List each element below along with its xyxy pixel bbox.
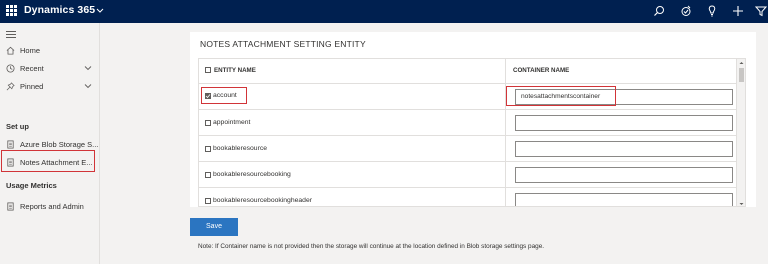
settings-card: NOTES ATTACHMENT SETTING ENTITY ENTITY N… xyxy=(190,32,756,207)
clock-icon xyxy=(6,64,15,73)
filter-icon[interactable] xyxy=(754,4,768,18)
highlight-box xyxy=(1,150,95,172)
plus-icon[interactable] xyxy=(731,4,745,18)
task-icon[interactable] xyxy=(679,4,693,18)
hamburger-menu-icon[interactable] xyxy=(6,31,16,40)
column-header-label: ENTITY NAME xyxy=(214,67,256,74)
section-header-usage-metrics: Usage Metrics xyxy=(6,181,57,190)
scroll-thumb[interactable] xyxy=(739,68,744,82)
home-icon xyxy=(6,46,15,55)
sidebar-item-reports-and-admin[interactable]: Reports and Admin xyxy=(0,198,100,216)
sidebar: Home Recent Pinned Set up Azure Blob Sto… xyxy=(0,23,100,264)
document-icon xyxy=(7,140,14,149)
column-header-container: CONTAINER NAME xyxy=(513,59,733,79)
container-name-input[interactable] xyxy=(515,141,733,157)
entity-name: appointment xyxy=(213,119,251,126)
page-title: NOTES ATTACHMENT SETTING ENTITY xyxy=(200,39,366,49)
entity-grid: ENTITY NAME CONTAINER NAME account notes… xyxy=(198,58,746,207)
document-icon xyxy=(7,202,14,211)
table-row: appointment xyxy=(199,109,737,135)
row-checkbox[interactable] xyxy=(205,172,211,178)
row-checkbox[interactable] xyxy=(205,198,211,204)
highlight-box xyxy=(201,87,247,104)
scroll-up-icon[interactable] xyxy=(737,59,746,67)
sidebar-item-label: Pinned xyxy=(20,82,44,91)
table-row: bookableresourcebooking xyxy=(199,161,737,187)
scroll-down-icon[interactable] xyxy=(737,200,746,207)
chevron-down-icon[interactable] xyxy=(83,63,93,73)
column-header-label: CONTAINER NAME xyxy=(513,67,570,74)
pin-icon xyxy=(6,82,15,91)
lightbulb-icon[interactable] xyxy=(705,4,719,18)
entity-name: bookableresource xyxy=(213,145,268,152)
vertical-scrollbar[interactable] xyxy=(736,59,746,207)
sidebar-item-recent[interactable]: Recent xyxy=(0,60,100,78)
container-name-input[interactable] xyxy=(515,115,733,131)
row-checkbox[interactable] xyxy=(205,146,211,152)
chevron-down-icon[interactable] xyxy=(83,81,93,91)
sidebar-item-label: Azure Blob Storage S... xyxy=(20,140,99,149)
section-header-setup: Set up xyxy=(6,122,29,131)
column-header-entity: ENTITY NAME xyxy=(205,59,505,79)
chevron-down-icon[interactable] xyxy=(95,4,105,18)
search-icon[interactable] xyxy=(652,4,666,18)
table-row: bookableresourcebookingheader xyxy=(199,187,737,206)
sidebar-item-label: Reports and Admin xyxy=(20,202,84,211)
top-navigation-bar: Dynamics 365 xyxy=(0,0,768,23)
sidebar-item-label: Recent xyxy=(20,64,44,73)
sidebar-item-home[interactable]: Home xyxy=(0,42,100,60)
table-row: bookableresource xyxy=(199,135,737,161)
row-checkbox[interactable] xyxy=(205,120,211,126)
container-name-input[interactable] xyxy=(515,193,733,206)
highlight-box xyxy=(506,86,616,106)
select-all-checkbox[interactable] xyxy=(205,67,211,73)
save-button[interactable]: Save xyxy=(190,218,238,236)
table-row: account notesattachmentscontainer xyxy=(199,83,737,109)
waffle-icon[interactable] xyxy=(6,5,17,16)
app-title[interactable]: Dynamics 365 xyxy=(24,4,95,16)
sidebar-item-pinned[interactable]: Pinned xyxy=(0,78,100,96)
entity-name: bookableresourcebookingheader xyxy=(213,197,313,204)
entity-name: bookableresourcebooking xyxy=(213,171,291,178)
info-note: Note: If Container name is not provided … xyxy=(198,243,545,250)
sidebar-item-label: Home xyxy=(20,46,41,55)
container-name-input[interactable] xyxy=(515,167,733,183)
